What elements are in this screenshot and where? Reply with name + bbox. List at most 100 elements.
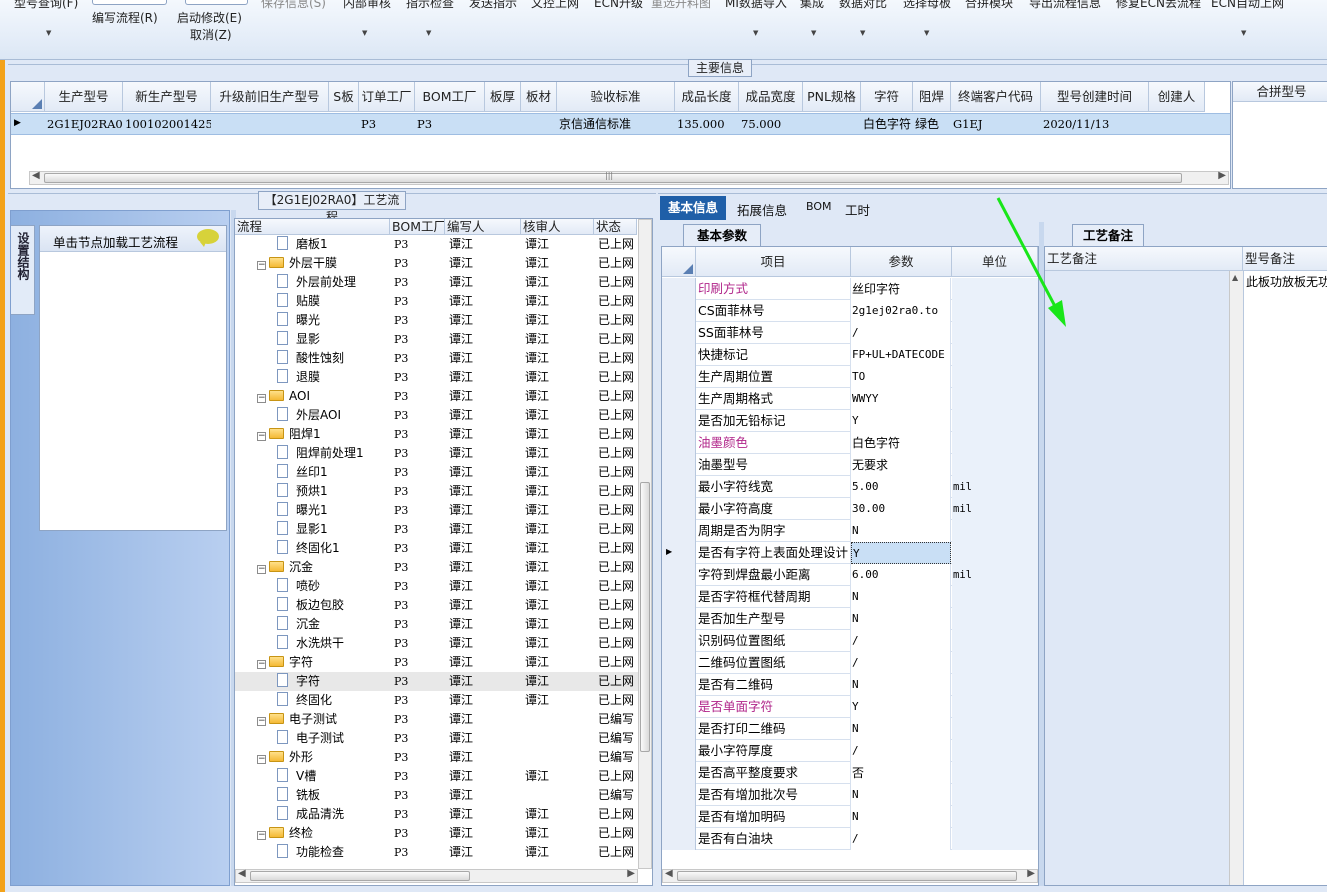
tree-row[interactable]: 终固化1 P3 谭江 谭江 已上网 bbox=[235, 539, 638, 558]
tab-work-hours[interactable]: 工时 bbox=[845, 200, 870, 219]
tree-row[interactable]: 贴膜 P3 谭江 谭江 已上网 bbox=[235, 292, 638, 311]
toolbar-ecn-upgrade[interactable]: ECN升级 bbox=[594, 0, 643, 11]
param-value-field[interactable]: 否 bbox=[851, 762, 951, 784]
column-header[interactable]: 板材 bbox=[521, 82, 557, 112]
param-value-field[interactable]: / bbox=[851, 828, 951, 850]
param-value-field[interactable]: N bbox=[851, 674, 951, 696]
param-value-field[interactable]: WWYY bbox=[851, 388, 951, 410]
tree-row[interactable]: 预烘1 P3 谭江 谭江 已上网 bbox=[235, 482, 638, 501]
tree-row[interactable]: − AOI P3 谭江 谭江 已上网 bbox=[235, 387, 638, 406]
horizontal-scrollbar[interactable]: ◀ ||| ▶ bbox=[29, 170, 1229, 185]
column-header[interactable]: BOM工厂 bbox=[390, 219, 445, 235]
tab-extended-info[interactable]: 拓展信息 bbox=[737, 200, 787, 219]
scroll-left-icon[interactable]: ◀ bbox=[238, 868, 246, 879]
param-value-field[interactable]: 白色字符 bbox=[851, 432, 951, 454]
param-value-field[interactable]: 2g1ej02ra0.to bbox=[851, 300, 951, 322]
param-row[interactable]: 油墨型号 无要求 bbox=[662, 454, 1038, 476]
tree-row[interactable]: 板边包胶 P3 谭江 谭江 已上网 bbox=[235, 596, 638, 615]
column-header-item[interactable]: 项目 bbox=[696, 247, 851, 277]
tree-row[interactable]: V槽 P3 谭江 谭江 已上网 bbox=[235, 767, 638, 786]
dropdown-arrow-icon[interactable]: ▼ bbox=[1241, 29, 1246, 37]
column-header[interactable]: 创建人 bbox=[1149, 82, 1205, 112]
param-row[interactable]: 是否高平整度要求否 bbox=[662, 762, 1038, 784]
param-row[interactable]: 油墨颜色 白色字符 bbox=[662, 432, 1038, 454]
column-header[interactable]: 成品宽度 bbox=[739, 82, 803, 112]
column-header[interactable]: BOM工厂 bbox=[415, 82, 485, 112]
scrollbar-thumb[interactable]: ||| bbox=[44, 171, 1182, 183]
column-header[interactable]: 型号创建时间 bbox=[1041, 82, 1149, 112]
toolbar-select-motherboard[interactable]: 选择母板 bbox=[903, 0, 951, 11]
scrollbar-thumb[interactable] bbox=[640, 482, 650, 752]
param-value-field[interactable]: FP+UL+DATECODE bbox=[851, 344, 951, 366]
column-header[interactable]: 板厚 bbox=[485, 82, 521, 112]
toolbar-mi-import[interactable]: MI数据导入 bbox=[725, 0, 787, 11]
tree-row[interactable]: 铣板 P3 谭江 已编写 bbox=[235, 786, 638, 805]
column-header[interactable]: 状态 bbox=[594, 219, 637, 235]
column-header[interactable]: 订单工厂 bbox=[359, 82, 415, 112]
table-row[interactable]: ▶ 2G1EJ02RA010010200142569 P3 P3 京信通信标准 135.… bbox=[11, 113, 1230, 135]
toolbar-model-query[interactable]: 型号查询(F) bbox=[14, 0, 78, 11]
param-row[interactable]: 是否有增加批次号 N bbox=[662, 784, 1038, 806]
vertical-scrollbar[interactable]: ▲ bbox=[1229, 271, 1243, 885]
dropdown-arrow-icon[interactable]: ▼ bbox=[860, 29, 865, 37]
tab-basic-info[interactable]: 基本信息 bbox=[660, 196, 726, 220]
column-header[interactable]: 验收标准 bbox=[557, 82, 675, 112]
tree-row[interactable]: 成品清洗 P3 谭江 谭江 已上网 bbox=[235, 805, 638, 824]
toolbar-data-compare[interactable]: 数据对比 bbox=[839, 0, 887, 11]
param-row[interactable]: 最小字符线宽 5.00 mil bbox=[662, 476, 1038, 498]
tree-row[interactable]: 曝光 P3 谭江 谭江 已上网 bbox=[235, 311, 638, 330]
param-row[interactable]: ▶ 是否有字符上表面处理设计 Y bbox=[662, 542, 1038, 564]
column-header[interactable]: 终端客户代码 bbox=[951, 82, 1041, 112]
load-hint-bar[interactable]: 单击节点加载工艺流程 bbox=[40, 226, 226, 252]
param-row[interactable]: 是否加生产型号 N bbox=[662, 608, 1038, 630]
tab-bom[interactable]: BOM bbox=[806, 200, 832, 213]
param-row[interactable]: 印刷方式 丝印字符 bbox=[662, 278, 1038, 300]
param-row[interactable]: SS面菲林号 / bbox=[662, 322, 1038, 344]
param-row[interactable]: CS面菲林号 2g1ej02ra0.to bbox=[662, 300, 1038, 322]
param-value-field[interactable]: Y bbox=[851, 696, 951, 718]
param-row[interactable]: 二维码位置图纸 / bbox=[662, 652, 1038, 674]
tree-row[interactable]: 沉金 P3 谭江 谭江 已上网 bbox=[235, 615, 638, 634]
tree-row[interactable]: 酸性蚀刻 P3 谭江 谭江 已上网 bbox=[235, 349, 638, 368]
param-row[interactable]: 生产周期格式 WWYY bbox=[662, 388, 1038, 410]
tree-row[interactable]: − 字符 P3 谭江 谭江 已上网 bbox=[235, 653, 638, 672]
tree-row[interactable]: 喷砂 P3 谭江 谭江 已上网 bbox=[235, 577, 638, 596]
toolbar-start-modify[interactable]: 启动修改(E) bbox=[177, 9, 242, 26]
toolbar-send-instruction[interactable]: 发送指示 bbox=[469, 0, 517, 11]
dropdown-arrow-icon[interactable]: ▼ bbox=[426, 29, 431, 37]
vertical-scrollbar[interactable] bbox=[638, 219, 652, 869]
param-row[interactable]: 字符到焊盘最小距离 6.00 mil bbox=[662, 564, 1038, 586]
tree-row[interactable]: 功能检查 P3 谭江 谭江 已上网 bbox=[235, 843, 638, 862]
toolbar-cancel[interactable]: 取消(Z) bbox=[190, 26, 232, 43]
scroll-right-icon[interactable]: ▶ bbox=[1218, 170, 1226, 181]
toolbar-save-info[interactable]: 保存信息(S) bbox=[261, 0, 326, 11]
param-row[interactable]: 是否加无铅标记 Y bbox=[662, 410, 1038, 432]
collapse-icon[interactable]: − bbox=[257, 660, 266, 669]
toolbar-fix-ecn[interactable]: 修复ECN丢流程 bbox=[1116, 0, 1201, 11]
toolbar-integrate[interactable]: 集成 bbox=[800, 0, 824, 11]
tree-row[interactable]: 字符 P3 谭江 谭江 已上网 bbox=[235, 672, 638, 691]
param-value-field[interactable]: N bbox=[851, 520, 951, 542]
tree-row[interactable]: 电子测试 P3 谭江 已编写 bbox=[235, 729, 638, 748]
dropdown-arrow-icon[interactable]: ▼ bbox=[46, 29, 51, 37]
param-value-field[interactable]: / bbox=[851, 322, 951, 344]
column-header-model-note[interactable]: 型号备注 bbox=[1243, 247, 1327, 271]
param-value-field[interactable]: / bbox=[851, 740, 951, 762]
column-header[interactable]: 流程 bbox=[235, 219, 390, 235]
toolbar-doc-online[interactable]: 文控上网 bbox=[531, 0, 579, 11]
column-header[interactable]: 新生产型号 bbox=[123, 82, 211, 112]
param-row[interactable]: 识别码位置图纸 / bbox=[662, 630, 1038, 652]
toolbar-ecn-auto-online[interactable]: ECN自动上网 bbox=[1211, 0, 1284, 11]
toolbar-merge-module[interactable]: 合拼模块 bbox=[965, 0, 1013, 11]
param-value-field[interactable]: N bbox=[851, 586, 951, 608]
horizontal-scrollbar[interactable]: ◀ ▶ bbox=[662, 868, 1038, 883]
scroll-right-icon[interactable]: ▶ bbox=[627, 868, 635, 879]
tree-row[interactable]: 外层AOI P3 谭江 谭江 已上网 bbox=[235, 406, 638, 425]
dropdown-arrow-icon[interactable]: ▼ bbox=[924, 29, 929, 37]
param-value-field[interactable]: 6.00 bbox=[851, 564, 951, 586]
param-value-field[interactable]: N bbox=[851, 806, 951, 828]
param-value-field[interactable]: N bbox=[851, 784, 951, 806]
tree-row[interactable]: − 沉金 P3 谭江 谭江 已上网 bbox=[235, 558, 638, 577]
param-value-field[interactable]: N bbox=[851, 608, 951, 630]
param-value-field[interactable]: 5.00 bbox=[851, 476, 951, 498]
